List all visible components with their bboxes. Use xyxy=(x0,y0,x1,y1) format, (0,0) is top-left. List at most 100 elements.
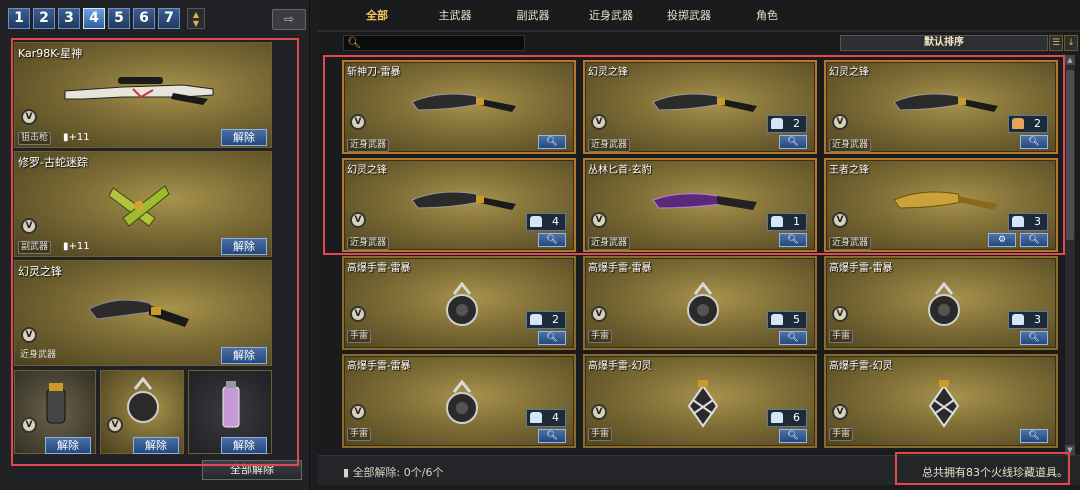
inventory-item-card[interactable]: 高爆手雷-幻灵 V 手雷 6 🔍︎ xyxy=(583,354,817,448)
unequip-button[interactable]: 解除 xyxy=(45,437,91,454)
inspect-button[interactable]: 🔍︎ xyxy=(779,233,807,247)
inventory-item-card[interactable]: 高爆手雷-雷暴 V 手雷 2 🔍︎ xyxy=(342,256,576,350)
equipped-slot-melee[interactable]: 幻灵之锋 V 近身武器 解除 xyxy=(14,260,272,366)
magnifier-icon: 🔍︎ xyxy=(546,333,558,343)
inspect-button[interactable]: 🔍︎ xyxy=(1020,331,1048,345)
search-input[interactable]: 🔍︎ xyxy=(343,35,525,51)
item-name: 幻灵之锋 xyxy=(829,67,869,78)
page-button-2[interactable]: 2 xyxy=(33,8,55,29)
inventory-item-card[interactable]: 高爆手雷-幻灵 V 手雷 🔍︎ xyxy=(824,354,1058,448)
unequip-button[interactable]: 解除 xyxy=(221,437,267,454)
tab-character[interactable]: 角色 xyxy=(728,5,806,27)
scroll-up-icon[interactable]: ▲ xyxy=(1065,55,1075,65)
unequip-button[interactable]: 解除 xyxy=(221,238,267,255)
page-button-5[interactable]: 5 xyxy=(108,8,130,29)
golden-knife-icon xyxy=(893,191,998,210)
inspect-button[interactable]: 🔍︎ xyxy=(538,135,566,149)
equipped-slot-secondary[interactable]: 修罗-古蛇迷踪 V 副武器 ▮+11 解除 xyxy=(14,151,272,257)
vip-v-icon: V xyxy=(832,212,848,228)
vip-v-icon: V xyxy=(350,404,366,420)
inspect-button[interactable]: 🔍︎ xyxy=(1020,135,1048,149)
inventory-item-card[interactable]: 幻灵之锋 V 近身武器 2 🔍︎ xyxy=(583,60,817,154)
inventory-item-card[interactable]: 斩神刀-雷暴 V 近身武器 🔍︎ xyxy=(342,60,576,154)
crate-icon xyxy=(771,118,783,129)
tab-secondary[interactable]: 副武器 xyxy=(494,5,572,27)
inventory-item-card[interactable]: 高爆手雷-雷暴 V 手雷 5 🔍︎ xyxy=(583,256,817,350)
grenade-icon xyxy=(687,380,719,428)
page-button-1[interactable]: 1 xyxy=(8,8,30,29)
item-category: 近身武器 xyxy=(829,237,872,250)
grenade-icon xyxy=(446,379,478,424)
bookmark-icon: ▮ xyxy=(343,466,350,479)
item-count-badge: 2 xyxy=(767,115,807,133)
item-name: 高爆手雷-雷暴 xyxy=(829,263,893,274)
inventory-item-card[interactable]: 高爆手雷-雷暴 V 手雷 3 🔍︎ xyxy=(824,256,1058,350)
equipped-slot-grenade-2[interactable]: V 解除 xyxy=(100,370,184,454)
inventory-item-card[interactable]: 高爆手雷-雷暴 V 手雷 4 🔍︎ xyxy=(342,354,576,448)
inspect-button[interactable]: 🔍︎ xyxy=(1020,429,1048,443)
chevron-down-icon[interactable]: ▼ xyxy=(193,19,199,28)
inspect-button[interactable]: 🔍︎ xyxy=(538,233,566,247)
inspect-button[interactable]: 🔍︎ xyxy=(538,331,566,345)
search-icon[interactable]: 🔍︎ xyxy=(347,36,361,50)
equipped-slot-primary[interactable]: Kar98K-星神 V 狙击枪 ▮+11 解除 xyxy=(14,42,272,148)
vip-v-icon: V xyxy=(21,417,37,433)
scroll-down-icon[interactable]: ▼ xyxy=(1065,445,1075,455)
item-count-badge: 5 xyxy=(767,311,807,329)
item-name: 高爆手雷-幻灵 xyxy=(588,361,652,372)
inventory-item-card[interactable]: 丛林匕首-玄豹 V 近身武器 1 🔍︎ xyxy=(583,158,817,252)
page-button-6[interactable]: 6 xyxy=(133,8,155,29)
inspect-button[interactable]: 🔍︎ xyxy=(1020,233,1048,247)
item-category: 手雷 xyxy=(347,428,372,441)
inspect-button[interactable]: 🔍︎ xyxy=(779,135,807,149)
share-button[interactable]: ⇨ xyxy=(272,9,306,30)
inventory-item-card[interactable]: 幻灵之锋 V 近身武器 2 🔍︎ xyxy=(824,60,1058,154)
tab-throwable[interactable]: 投掷武器 xyxy=(650,5,728,27)
item-name: 修罗-古蛇迷踪 xyxy=(18,156,88,169)
magnifier-icon: 🔍︎ xyxy=(787,333,799,343)
item-name: 幻灵之锋 xyxy=(18,265,62,278)
vip-v-icon: V xyxy=(591,404,607,420)
scrollbar-thumb[interactable] xyxy=(1066,70,1074,240)
vip-v-icon: V xyxy=(832,114,848,130)
crate-icon xyxy=(1012,314,1024,325)
inventory-item-card[interactable]: 幻灵之锋 V 近身武器 4 🔍︎ xyxy=(342,158,576,252)
item-name: 高爆手雷-雷暴 xyxy=(347,361,411,372)
magnifier-icon: 🔍︎ xyxy=(546,137,558,147)
unequip-button[interactable]: 解除 xyxy=(221,347,267,364)
page-button-7[interactable]: 7 xyxy=(158,8,180,29)
vip-v-icon: V xyxy=(107,417,123,433)
tab-all[interactable]: 全部 xyxy=(338,5,416,27)
tab-primary[interactable]: 主武器 xyxy=(416,5,494,27)
item-name: 幻灵之锋 xyxy=(347,165,387,176)
unequip-button[interactable]: 解除 xyxy=(133,437,179,454)
item-category: 近身武器 xyxy=(347,237,390,250)
list-view-icon[interactable]: ☰ xyxy=(1049,35,1063,51)
chevron-up-icon[interactable]: ▲ xyxy=(193,10,199,19)
upgrade-button[interactable]: ⚙ xyxy=(988,233,1016,247)
vip-v-icon: V xyxy=(21,109,37,125)
item-count-badge: 4 xyxy=(526,409,566,427)
page-up-down-arrows[interactable]: ▲ ▼ xyxy=(187,8,205,29)
equipped-panel: 1 2 3 4 5 6 7 ▲ ▼ ⇨ Kar98K-星神 V 狙击枪 ▮+11 … xyxy=(0,0,310,490)
inventory-item-card[interactable]: 王者之锋 V 近身武器 3 ⚙ 🔍︎ xyxy=(824,158,1058,252)
unequip-all-button[interactable]: 全部解除 xyxy=(202,460,302,480)
crate-icon xyxy=(530,314,542,325)
inspect-button[interactable]: 🔍︎ xyxy=(779,429,807,443)
inspect-button[interactable]: 🔍︎ xyxy=(538,429,566,443)
item-count-badge: 2 xyxy=(526,311,566,329)
sort-direction-icon[interactable]: ↓ xyxy=(1064,35,1078,51)
item-count-badge: 3 xyxy=(1008,311,1048,329)
tab-melee[interactable]: 近身武器 xyxy=(572,5,650,27)
item-name: 高爆手雷-幻灵 xyxy=(829,361,893,372)
equipped-slot-grenade[interactable]: V 解除 xyxy=(14,370,96,454)
vip-v-icon: V xyxy=(591,114,607,130)
inspect-button[interactable]: 🔍︎ xyxy=(779,331,807,345)
enhance-level: ▮+11 xyxy=(63,241,90,252)
page-button-4[interactable]: 4 xyxy=(83,8,105,29)
equipped-slot-spray[interactable]: 解除 xyxy=(188,370,272,454)
crate-icon xyxy=(1012,216,1024,227)
unequip-button[interactable]: 解除 xyxy=(221,129,267,146)
page-button-3[interactable]: 3 xyxy=(58,8,80,29)
sort-dropdown[interactable]: 默认排序 xyxy=(840,35,1048,51)
